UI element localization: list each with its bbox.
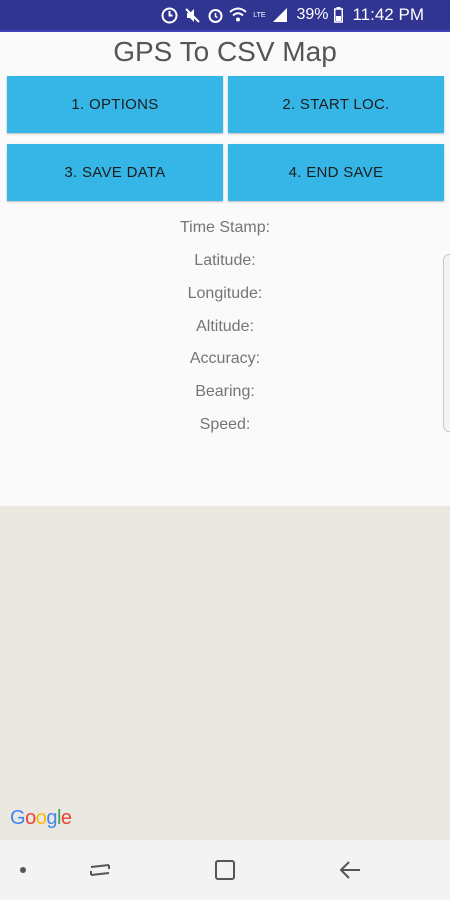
start-location-button[interactable]: 2. START LOC.	[228, 76, 444, 133]
dot-icon[interactable]	[8, 840, 38, 900]
bearing-label: Bearing:	[195, 383, 255, 400]
navigation-bar	[0, 840, 450, 900]
map-view[interactable]: Google	[0, 506, 450, 840]
back-icon[interactable]	[328, 840, 372, 900]
google-logo: Google	[10, 807, 72, 829]
battery-percent: 39%	[296, 6, 329, 23]
latitude-label: Latitude:	[194, 252, 256, 269]
altitude-label: Altitude:	[196, 318, 254, 335]
options-button[interactable]: 1. OPTIONS	[7, 76, 223, 133]
save-data-button[interactable]: 3. SAVE DATA	[7, 144, 223, 201]
alarm-icon	[206, 6, 224, 24]
recent-apps-icon[interactable]	[78, 840, 122, 900]
page-title: GPS To CSV Map	[113, 36, 337, 67]
signal-icon	[271, 6, 289, 24]
home-icon[interactable]	[203, 840, 247, 900]
edge-panel-handle[interactable]	[443, 254, 450, 432]
clock: 11:42 PM	[352, 5, 424, 24]
lte-icon: LTE	[253, 11, 266, 19]
longitude-label: Longitude:	[187, 285, 263, 302]
wifi-icon	[229, 6, 248, 24]
accuracy-label: Accuracy:	[189, 350, 261, 367]
sync-icon	[160, 6, 178, 24]
speed-label: Speed:	[199, 416, 251, 433]
battery-icon	[333, 6, 343, 24]
end-save-button[interactable]: 4. END SAVE	[228, 144, 444, 201]
status-bar: LTE 39% 11:42 PM	[0, 0, 450, 30]
time-stamp-label: Time Stamp:	[179, 219, 271, 236]
mute-icon	[183, 6, 201, 24]
